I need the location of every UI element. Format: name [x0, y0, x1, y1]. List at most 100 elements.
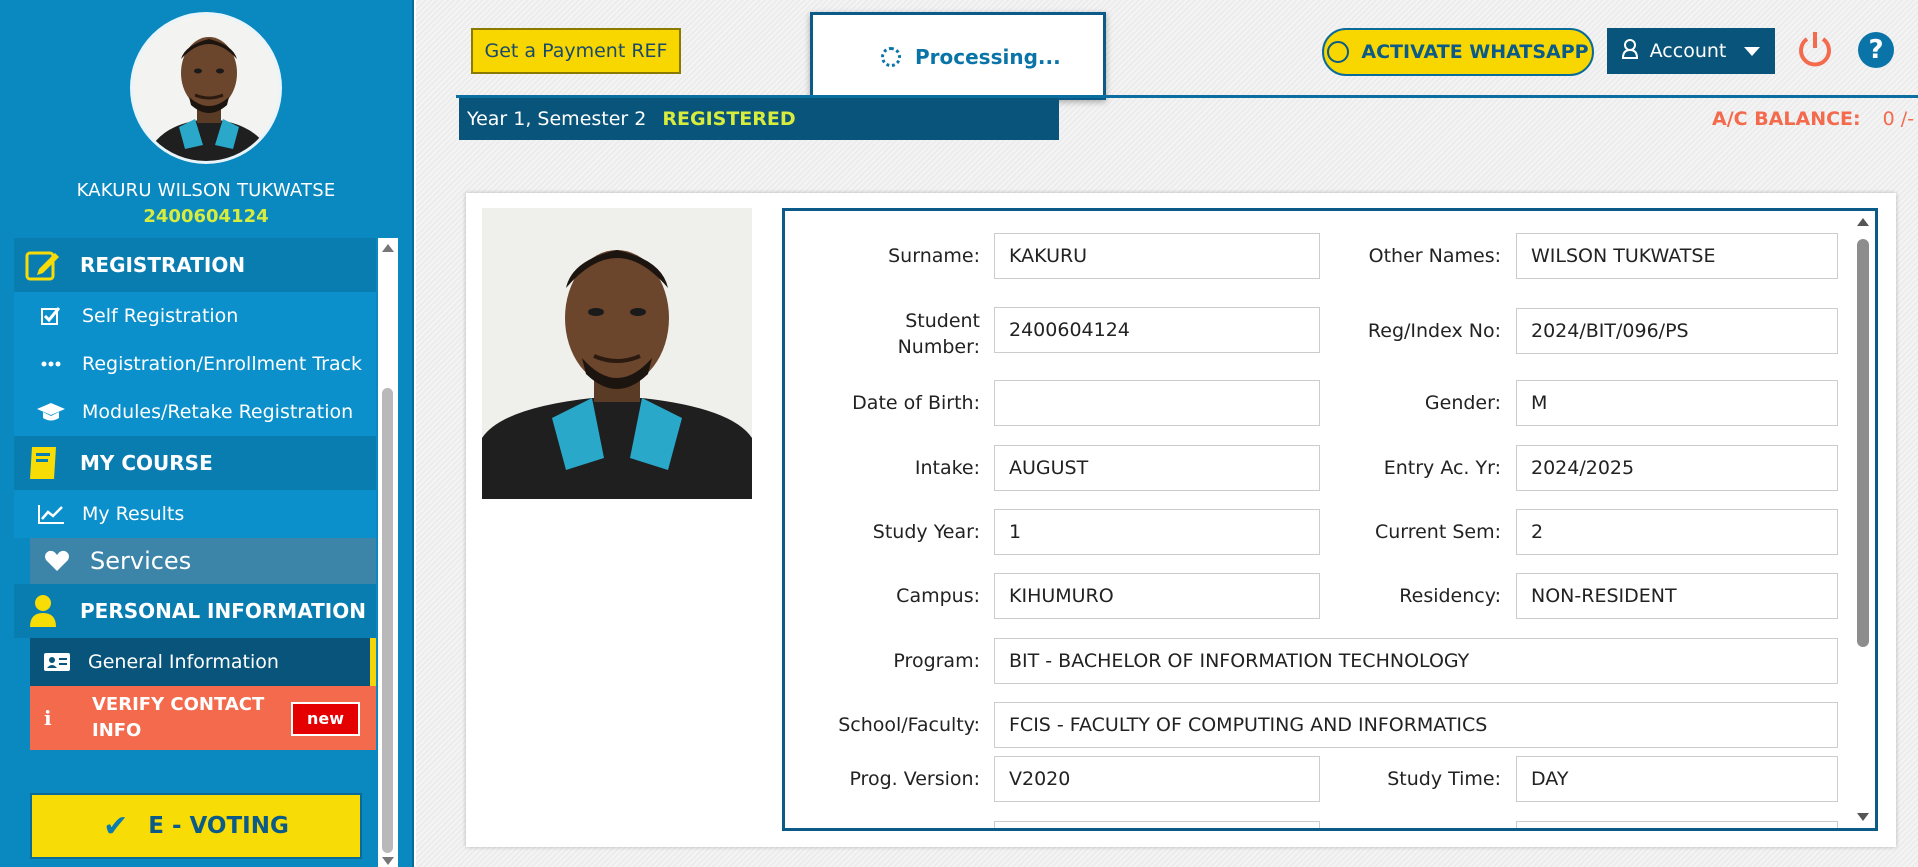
scroll-up-icon[interactable] [1857, 218, 1869, 226]
student-photo [482, 208, 752, 499]
other-names-label: Other Names: [1368, 245, 1501, 267]
sidebar-item-modules-retake[interactable]: Modules/Retake Registration [14, 388, 376, 436]
whatsapp-icon [1327, 41, 1350, 63]
power-icon [1799, 32, 1831, 67]
scrollbar-thumb[interactable] [1857, 239, 1869, 647]
payment-ref-button[interactable]: Get a Payment REF [471, 28, 681, 74]
sidebar-item-label: My Results [82, 503, 185, 525]
scroll-down-icon[interactable] [1857, 813, 1869, 821]
help-button[interactable]: ? [1858, 32, 1894, 68]
residency-field[interactable]: NON-RESIDENT [1516, 573, 1838, 619]
prog-version-label: Prog. Version: [849, 768, 980, 790]
verify-label-line2: INFO [92, 720, 142, 741]
gender-field[interactable]: M [1516, 380, 1838, 426]
student-info-card: Surname: KAKURU Other Names: WILSON TUKW… [466, 193, 1896, 847]
info-icon: i [44, 706, 52, 730]
sidebar-item-general-information[interactable]: General Information [30, 638, 376, 686]
scrollbar-thumb[interactable] [382, 388, 393, 853]
sidebar-item-enrollment-track[interactable]: Registration/Enrollment Track [14, 340, 376, 388]
intake-label: Intake: [914, 457, 980, 479]
caret-down-icon [1744, 46, 1761, 56]
heart-icon [42, 550, 72, 572]
processing-overlay: Processing... [810, 12, 1106, 100]
checkbox-icon [36, 306, 66, 326]
e-voting-label: E - VOTING [148, 813, 289, 839]
nav-section-label: REGISTRATION [80, 253, 246, 277]
other-names-field[interactable]: WILSON TUKWATSE [1516, 233, 1838, 279]
id-card-icon [42, 652, 72, 672]
dots-icon [36, 360, 66, 368]
top-bar: Get a Payment REF ersity Processing... A… [416, 0, 1918, 100]
sidebar-item-self-registration[interactable]: Self Registration [14, 292, 376, 340]
campus-field[interactable]: KIHUMURO [994, 573, 1320, 619]
scroll-up-icon[interactable] [382, 244, 394, 252]
verify-label-line1: VERIFY CONTACT [92, 694, 265, 715]
school-label: School/Faculty: [838, 714, 980, 736]
program-label: Program: [893, 650, 980, 672]
intake-field[interactable]: AUGUST [994, 445, 1320, 491]
sidebar-item-label: Registration/Enrollment Track [82, 353, 363, 375]
sidebar-item-services[interactable]: Services [30, 538, 376, 584]
student-details-form: Surname: KAKURU Other Names: WILSON TUKW… [782, 208, 1878, 831]
entry-year-field[interactable]: 2024/2025 [1516, 445, 1838, 491]
school-field[interactable]: FCIS - FACULTY OF COMPUTING AND INFORMAT… [994, 702, 1838, 748]
sidebar-nav: REGISTRATION Self Registration Registrat… [14, 238, 376, 867]
current-sem-label: Current Sem: [1374, 521, 1501, 543]
sidebar-item-label: General Information [88, 651, 279, 673]
nav-section-registration[interactable]: REGISTRATION [14, 238, 376, 292]
student-number-label: Student Number: [785, 308, 980, 360]
account-balance: A/C BALANCE: 0 /- [1712, 108, 1914, 130]
current-sem-field[interactable]: 2 [1516, 509, 1838, 555]
semester-label: Year 1, Semester 2 [467, 108, 647, 130]
processing-text: Processing... [915, 45, 1061, 69]
prog-version-field[interactable]: V2020 [994, 756, 1320, 802]
new-badge: new [290, 702, 360, 736]
residency-label: Residency: [1399, 585, 1501, 607]
verify-label: VERIFY CONTACT INFO [92, 692, 264, 744]
study-year-label: Study Year: [872, 521, 980, 543]
reg-no-label: Reg/Index No: [1367, 320, 1501, 342]
nav-section-my-course[interactable]: MY COURSE [14, 436, 376, 490]
student-name: KAKURU WILSON TUKWATSE [76, 180, 336, 201]
account-label: Account [1649, 40, 1727, 62]
main-content: Get a Payment REF ersity Processing... A… [416, 0, 1918, 867]
e-voting-button[interactable]: ✔ E - VOTING [30, 793, 362, 859]
student-number-label-line2: Number: [897, 336, 980, 358]
study-time-field[interactable]: DAY [1516, 756, 1838, 802]
surname-field[interactable]: KAKURU [994, 233, 1320, 279]
balance-value: 0 /- [1882, 108, 1915, 130]
scroll-down-icon[interactable] [382, 857, 394, 865]
reg-no-field[interactable]: 2024/BIT/096/PS [1516, 308, 1838, 354]
next-field-left[interactable] [994, 821, 1320, 828]
sidebar-item-my-results[interactable]: My Results [14, 490, 376, 538]
form-scrollbar[interactable] [1851, 211, 1875, 828]
edit-icon [20, 245, 66, 285]
campus-label: Campus: [896, 585, 980, 607]
profile-panel: KAKURU WILSON TUKWATSE 2400604124 [0, 0, 412, 238]
next-field-right[interactable] [1516, 821, 1838, 828]
user-icon [1621, 38, 1638, 64]
logout-button[interactable] [1796, 30, 1834, 68]
student-number-field[interactable]: 2400604124 [994, 307, 1320, 353]
study-year-field[interactable]: 1 [994, 509, 1320, 555]
sidebar-item-label: Services [90, 547, 192, 575]
sidebar-scrollbar[interactable] [378, 238, 398, 867]
nav-section-label: MY COURSE [80, 451, 213, 475]
activate-whatsapp-button[interactable]: ACTIVATE WHATSAPP [1322, 28, 1594, 76]
surname-label: Surname: [888, 245, 980, 267]
nav-section-label: PERSONAL INFORMATION [80, 599, 366, 623]
spinner-icon [881, 47, 901, 67]
sidebar: KAKURU WILSON TUKWATSE 2400604124 REGIST… [0, 0, 414, 867]
sidebar-item-verify-contact-info[interactable]: i VERIFY CONTACT INFO new [30, 686, 376, 750]
account-dropdown[interactable]: Account [1607, 28, 1775, 74]
program-field[interactable]: BIT - BACHELOR OF INFORMATION TECHNOLOGY [994, 638, 1838, 684]
dob-field[interactable] [994, 380, 1320, 426]
graduation-cap-icon [36, 401, 66, 423]
entry-year-label: Entry Ac. Yr: [1383, 457, 1501, 479]
nav-section-personal-information[interactable]: PERSONAL INFORMATION [14, 584, 376, 638]
registration-status: REGISTERED [662, 108, 796, 130]
sidebar-item-label: Modules/Retake Registration [82, 401, 354, 423]
avatar [130, 12, 282, 164]
sidebar-item-label: Self Registration [82, 305, 239, 327]
gender-label: Gender: [1424, 392, 1501, 414]
